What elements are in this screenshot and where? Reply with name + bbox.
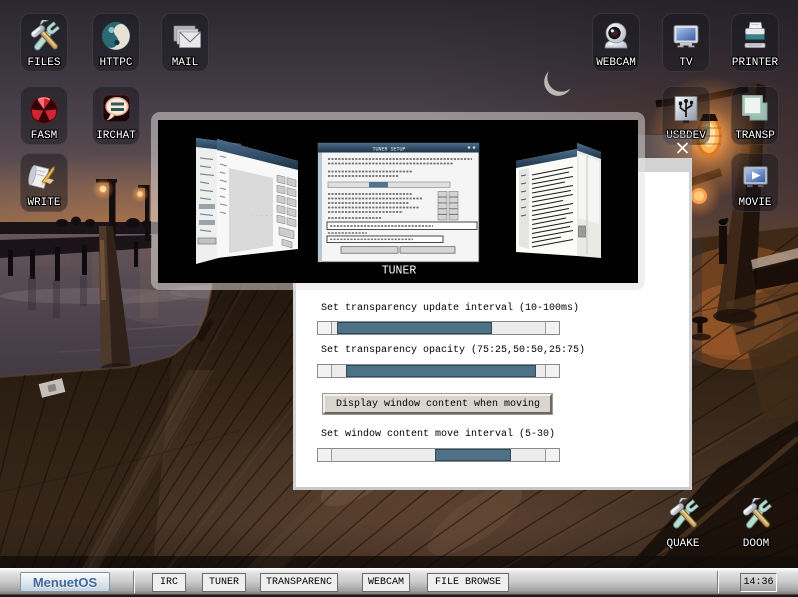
svg-text:TUNER: TUNER xyxy=(382,265,417,278)
svg-text:. . . . .: . . . . . xyxy=(251,214,273,218)
svg-text:TUNER SETUP: TUNER SETUP xyxy=(372,147,405,153)
